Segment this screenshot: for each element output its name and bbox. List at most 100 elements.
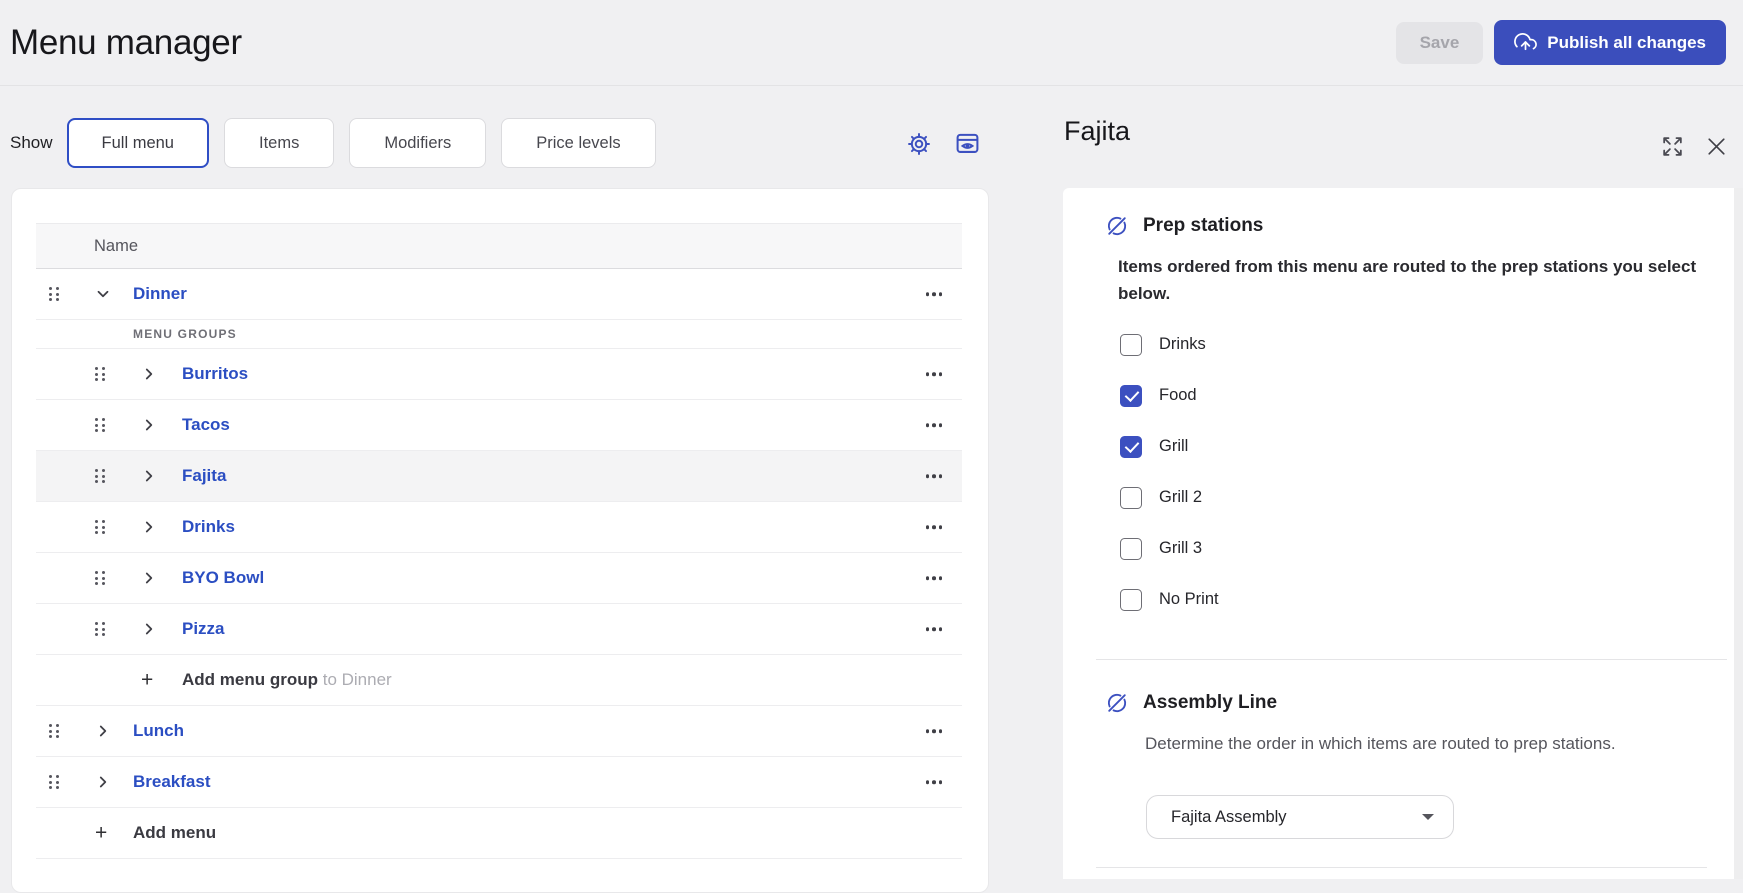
assembly-line-dropdown[interactable]: Fajita Assembly xyxy=(1146,795,1454,839)
save-button[interactable]: Save xyxy=(1396,22,1484,64)
drag-handle-icon[interactable] xyxy=(95,622,105,636)
menu-item-name[interactable]: Dinner xyxy=(133,284,187,304)
name-column-header: Name xyxy=(94,237,138,256)
filter-items[interactable]: Items xyxy=(224,118,334,168)
expand-icon[interactable] xyxy=(1660,134,1685,164)
table-row: Drinks xyxy=(36,502,962,553)
menu-item-name[interactable]: Lunch xyxy=(133,721,184,741)
page-title: Menu manager xyxy=(10,23,1396,63)
table-row: MENU GROUPS xyxy=(36,320,962,349)
chevron-right-icon[interactable] xyxy=(93,772,113,792)
publish-button-label: Publish all changes xyxy=(1547,33,1706,53)
prep-station-option[interactable]: No Print xyxy=(1120,574,1743,625)
table-row: Pizza xyxy=(36,604,962,655)
filter-button-group: Full menu Items Modifiers Price levels xyxy=(67,118,656,168)
menu-item-name[interactable]: Drinks xyxy=(182,517,235,537)
row-actions-icon[interactable] xyxy=(924,368,945,380)
prep-station-option[interactable]: Grill 3 xyxy=(1120,523,1743,574)
show-label: Show xyxy=(10,133,53,153)
detail-panel: Prep stations Items ordered from this me… xyxy=(1063,188,1743,879)
section-divider xyxy=(1096,659,1727,660)
chevron-right-icon[interactable] xyxy=(139,466,159,486)
drag-handle-icon[interactable] xyxy=(49,775,59,789)
drag-handle-icon[interactable] xyxy=(49,724,59,738)
prep-station-option[interactable]: Grill 2 xyxy=(1120,472,1743,523)
table-row: BYO Bowl xyxy=(36,553,962,604)
chevron-right-icon[interactable] xyxy=(139,415,159,435)
filter-price-levels[interactable]: Price levels xyxy=(501,118,655,168)
table-row: +Add menu group to Dinner xyxy=(36,655,962,706)
broken-inheritance-icon xyxy=(1104,690,1130,716)
chevron-right-icon[interactable] xyxy=(139,568,159,588)
checkbox[interactable] xyxy=(1120,334,1142,356)
chevron-down-icon[interactable] xyxy=(93,284,113,304)
row-actions-icon[interactable] xyxy=(924,725,945,737)
add-button[interactable]: Add menu xyxy=(133,823,216,843)
menu-item-name[interactable]: Tacos xyxy=(182,415,230,435)
table-row: Lunch xyxy=(36,706,962,757)
table-row: Fajita xyxy=(36,451,962,502)
menu-preview-icon[interactable] xyxy=(954,130,981,162)
table-row: Dinner xyxy=(36,269,962,320)
menu-item-name[interactable]: BYO Bowl xyxy=(182,568,264,588)
checkbox-label: Grill 2 xyxy=(1159,488,1202,507)
chevron-right-icon[interactable] xyxy=(139,619,159,639)
checkbox-label: Grill 3 xyxy=(1159,539,1202,558)
chevron-right-icon[interactable] xyxy=(93,721,113,741)
caret-down-icon xyxy=(1422,814,1434,820)
table-row: +Add menu xyxy=(36,808,962,859)
table-row: Burritos xyxy=(36,349,962,400)
table-row: Tacos xyxy=(36,400,962,451)
app-header: Menu manager Save Publish all changes xyxy=(0,0,1743,86)
row-actions-icon[interactable] xyxy=(924,521,945,533)
menu-item-name[interactable]: Fajita xyxy=(182,466,226,486)
drag-handle-icon[interactable] xyxy=(49,287,59,301)
prep-station-option[interactable]: Drinks xyxy=(1120,319,1743,370)
publish-button[interactable]: Publish all changes xyxy=(1494,20,1726,65)
filter-full-menu[interactable]: Full menu xyxy=(67,118,209,168)
menu-tree-rows: Dinner MENU GROUPS Burritos Tacos Fajita Drin… xyxy=(36,269,962,859)
assembly-line-description: Determine the order in which items are r… xyxy=(1145,730,1743,757)
drag-handle-icon[interactable] xyxy=(95,367,105,381)
prep-stations-section-head: Prep stations xyxy=(1104,213,1743,239)
section-divider xyxy=(1096,867,1707,868)
menu-item-name[interactable]: Pizza xyxy=(182,619,225,639)
checkbox[interactable] xyxy=(1120,385,1142,407)
checkbox-label: Grill xyxy=(1159,437,1188,456)
prep-station-option[interactable]: Grill xyxy=(1120,421,1743,472)
checkbox[interactable] xyxy=(1120,487,1142,509)
drag-handle-icon[interactable] xyxy=(95,418,105,432)
panel-scrollbar[interactable] xyxy=(1734,188,1743,879)
row-actions-icon[interactable] xyxy=(924,419,945,431)
menu-groups-label: MENU GROUPS xyxy=(133,327,237,341)
table-header: Name xyxy=(36,223,962,269)
drag-handle-icon[interactable] xyxy=(95,571,105,585)
drag-handle-icon[interactable] xyxy=(95,469,105,483)
close-icon[interactable] xyxy=(1704,134,1729,164)
chevron-right-icon[interactable] xyxy=(139,517,159,537)
broken-inheritance-icon xyxy=(1104,213,1130,239)
checkbox[interactable] xyxy=(1120,538,1142,560)
row-actions-icon[interactable] xyxy=(924,623,945,635)
assembly-line-heading: Assembly Line xyxy=(1143,692,1277,714)
show-filter-toolbar: Show Full menu Items Modifiers Price levels xyxy=(10,118,656,168)
checkbox-label: Drinks xyxy=(1159,335,1206,354)
checkbox[interactable] xyxy=(1120,436,1142,458)
assembly-line-section-head: Assembly Line xyxy=(1104,690,1743,716)
filter-modifiers[interactable]: Modifiers xyxy=(349,118,486,168)
checkbox-label: Food xyxy=(1159,386,1197,405)
add-button[interactable]: Add menu group to Dinner xyxy=(182,670,392,690)
drag-handle-icon[interactable] xyxy=(95,520,105,534)
row-actions-icon[interactable] xyxy=(924,470,945,482)
row-actions-icon[interactable] xyxy=(924,776,945,788)
menu-item-name[interactable]: Breakfast xyxy=(133,772,211,792)
menu-item-name[interactable]: Burritos xyxy=(182,364,248,384)
prep-stations-options: Drinks Food Grill Grill 2 Grill 3 No Print xyxy=(1063,319,1743,625)
row-actions-icon[interactable] xyxy=(924,572,945,584)
settings-icon[interactable] xyxy=(906,131,932,162)
prep-station-option[interactable]: Food xyxy=(1120,370,1743,421)
row-actions-icon[interactable] xyxy=(924,288,945,300)
checkbox[interactable] xyxy=(1120,589,1142,611)
checkbox-label: No Print xyxy=(1159,590,1219,609)
chevron-right-icon[interactable] xyxy=(139,364,159,384)
